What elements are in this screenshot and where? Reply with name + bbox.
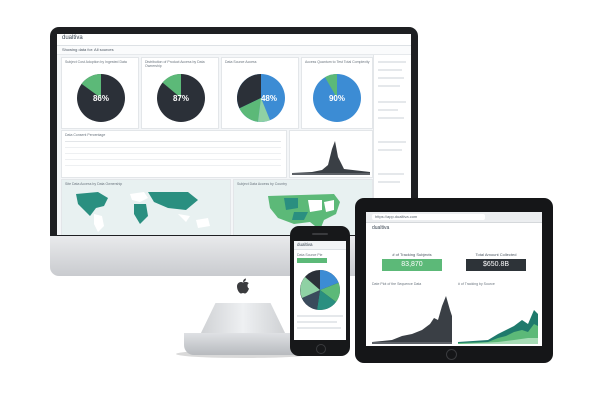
phone-pie-chart[interactable] — [299, 269, 341, 311]
pie-chart-3[interactable]: 48% — [236, 68, 286, 124]
dashboard-topbar — [57, 34, 411, 46]
tablet-area-chart-left[interactable] — [372, 290, 452, 344]
pie-chart-1[interactable]: 86% — [76, 68, 126, 124]
kpi-right-value[interactable]: $650.8B — [466, 259, 526, 271]
rail-item[interactable] — [378, 85, 400, 87]
phone-row — [297, 327, 341, 329]
rail-item[interactable] — [378, 109, 398, 111]
tablet-logo[interactable]: dualtiva — [372, 225, 389, 231]
dashboard-logo[interactable]: dualtiva — [62, 35, 83, 41]
pie-value-1: 86% — [93, 94, 109, 103]
rail-item[interactable] — [378, 117, 404, 119]
panel-title: Access Quantum to Test Total Complexity — [305, 60, 370, 64]
browser-url[interactable]: https://app.dualtiva.com — [372, 214, 485, 220]
panel-title: Data Source Access — [225, 60, 257, 64]
kpi-left-label: # of Tracking Subjects — [392, 252, 432, 257]
table-rule — [65, 153, 281, 154]
map-title: Site Data Access by Data Ownership — [65, 182, 123, 186]
phone-row — [297, 315, 343, 317]
imac-stand-base — [184, 333, 304, 355]
rail-item[interactable] — [378, 101, 406, 103]
table-rule — [65, 141, 281, 142]
table-rule — [65, 165, 281, 166]
kpi-left-value[interactable]: 83,870 — [382, 259, 442, 271]
panel-title: Subject Cost Adoption by Ingested Data — [65, 60, 127, 64]
chart-left-title: Date Plot of the Sequence Data — [372, 282, 422, 286]
panel-pie-3: Data Source Access 48% — [221, 57, 299, 129]
phone-row — [297, 321, 337, 323]
map-title: Subject Data Access by Country — [237, 182, 287, 186]
phone-pill[interactable] — [297, 258, 327, 263]
pie-value-2: 87% — [173, 94, 189, 103]
rail-item[interactable] — [378, 181, 400, 183]
phone-screen: dualtiva Data Source Pie — [294, 241, 346, 340]
dashboard-filter-text[interactable]: Showing data for: All sources — [62, 47, 114, 52]
phone-speaker — [312, 233, 328, 235]
tablet-area-chart-right[interactable] — [458, 290, 538, 344]
table-rule — [65, 159, 281, 160]
panel-title: Distribution of Product Access by Data O… — [145, 60, 205, 68]
chart-right-title: # of Tracking by Source — [458, 282, 495, 286]
kpi-right-label: Total Amount Collected — [475, 252, 517, 257]
panel-world-map: Site Data Access by Data Ownership — [61, 179, 231, 235]
panel-pie-2: Distribution of Product Access by Data O… — [141, 57, 219, 129]
panel-pie-4: Access Quantum to Test Total Complexity … — [301, 57, 373, 129]
tablet-screen: https://app.dualtiva.com dualtiva # of T… — [366, 212, 542, 346]
panel-area-chart — [289, 130, 373, 178]
table-title: Data Consent Percentage — [65, 133, 106, 137]
phone-home-button[interactable] — [316, 344, 326, 354]
rail-item[interactable] — [378, 61, 406, 63]
rail-item[interactable] — [378, 69, 402, 71]
rail-item[interactable] — [378, 141, 406, 143]
pie-chart-2[interactable]: 87% — [156, 68, 206, 124]
rail-item[interactable] — [378, 77, 404, 79]
panel-table: Data Consent Percentage — [61, 130, 287, 178]
phone-title: Data Source Pie — [297, 253, 323, 257]
apple-logo-icon — [237, 278, 249, 294]
rail-item[interactable] — [378, 173, 404, 175]
pie-value-4: 90% — [329, 94, 345, 103]
phone-logo[interactable]: dualtiva — [297, 242, 313, 247]
pie-chart-4[interactable]: 90% — [312, 68, 362, 124]
area-chart[interactable] — [292, 137, 370, 175]
pie-value-3: 48% — [261, 94, 277, 103]
panel-pie-1: Subject Cost Adoption by Ingested Data 8… — [61, 57, 139, 129]
table-rule — [65, 147, 281, 148]
imac-stand-neck — [200, 303, 286, 335]
rail-item[interactable] — [378, 149, 402, 151]
tablet-home-button[interactable] — [446, 349, 457, 360]
world-map[interactable] — [68, 188, 224, 234]
